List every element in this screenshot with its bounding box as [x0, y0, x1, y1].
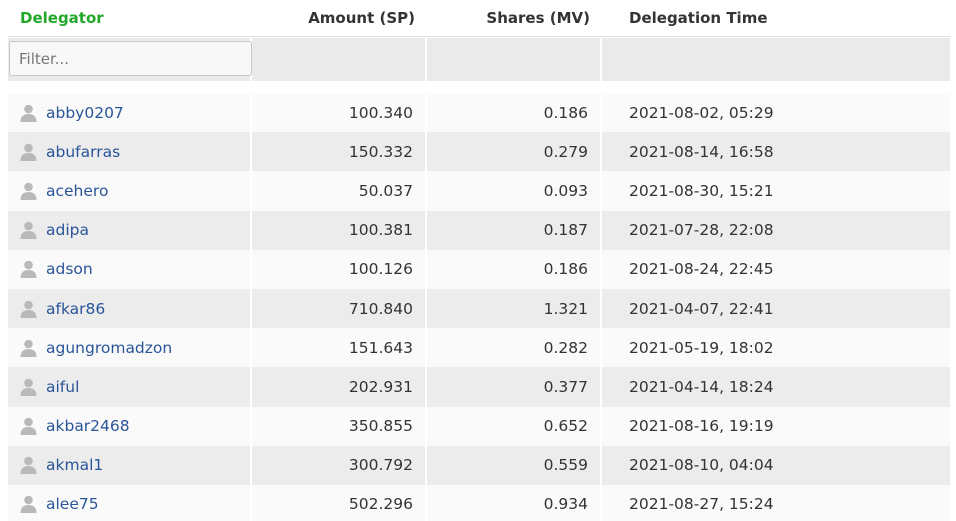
table-row: abufarras 150.332 0.279 2021-08-14, 16:5…: [8, 132, 950, 172]
user-icon: [20, 260, 37, 279]
column-header-shares[interactable]: Shares (MV): [427, 9, 602, 27]
time-cell: 2021-08-27, 15:24: [629, 495, 774, 514]
delegator-cell: akmal1: [8, 445, 252, 485]
delegator-cell: adson: [8, 249, 252, 289]
amount-cell: 100.126: [252, 249, 427, 289]
delegator-cell: agungromadzon: [8, 328, 252, 368]
user-icon: [20, 417, 37, 436]
table-row: akmal1 300.792 0.559 2021-08-10, 04:04: [8, 445, 950, 485]
delegator-link[interactable]: afkar86: [46, 300, 105, 318]
table-row: adipa 100.381 0.187 2021-07-28, 22:08: [8, 210, 950, 250]
shares-cell: 0.279: [427, 132, 602, 172]
delegator-cell: aiful: [8, 367, 252, 407]
delegator-link[interactable]: akbar2468: [46, 417, 130, 435]
delegator-cell: afkar86: [8, 288, 252, 329]
user-icon: [20, 300, 37, 318]
amount-cell: 350.855: [252, 406, 427, 446]
delegator-link[interactable]: abufarras: [46, 143, 120, 161]
shares-cell: 0.187: [427, 210, 602, 250]
amount-cell: 100.340: [252, 93, 427, 133]
user-icon: [20, 339, 37, 357]
time-cell: 2021-08-24, 22:45: [629, 260, 774, 279]
time-cell: 2021-05-19, 18:02: [629, 338, 774, 357]
shares-cell: 0.186: [427, 93, 602, 133]
filter-cell-delegator: [8, 38, 252, 81]
table-header: Delegator Amount (SP) Shares (MV) Delega…: [8, 0, 950, 37]
amount-cell: 502.296: [252, 484, 427, 521]
time-cell: 2021-04-14, 18:24: [629, 377, 774, 396]
shares-cell: 0.559: [427, 445, 602, 485]
delegator-cell: acehero: [8, 171, 252, 211]
delegator-link[interactable]: adson: [46, 260, 93, 278]
shares-cell: 0.377: [427, 367, 602, 407]
table-row: akbar2468 350.855 0.652 2021-08-16, 19:1…: [8, 406, 950, 446]
time-cell: 2021-08-14, 16:58: [629, 142, 774, 161]
table-row: alee75 502.296 0.934 2021-08-27, 15:24: [8, 484, 950, 521]
delegator-link[interactable]: abby0207: [46, 104, 124, 122]
user-icon: [20, 182, 37, 200]
time-cell: 2021-08-02, 05:29: [629, 103, 774, 122]
table-row: abby0207 100.340 0.186 2021-08-02, 05:29: [8, 93, 950, 133]
delegator-link[interactable]: acehero: [46, 182, 108, 200]
amount-cell: 300.792: [252, 445, 427, 485]
time-cell: 2021-04-07, 22:41: [629, 299, 774, 318]
filter-cell-shares: [427, 38, 602, 81]
column-header-time[interactable]: Delegation Time: [602, 9, 950, 27]
time-cell: 2021-07-28, 22:08: [629, 221, 774, 240]
delegator-link[interactable]: aiful: [46, 378, 79, 396]
shares-cell: 1.321: [427, 288, 602, 329]
delegator-cell: alee75: [8, 484, 252, 521]
amount-cell: 710.840: [252, 288, 427, 329]
delegator-cell: abby0207: [8, 93, 252, 133]
delegator-link[interactable]: agungromadzon: [46, 339, 172, 357]
user-icon: [20, 221, 37, 240]
amount-cell: 100.381: [252, 210, 427, 250]
amount-cell: 50.037: [252, 171, 427, 211]
time-cell: 2021-08-16, 19:19: [629, 417, 774, 436]
user-icon: [20, 495, 37, 514]
user-icon: [20, 104, 37, 122]
table-row: afkar86 710.840 1.321 2021-04-07, 22:41: [8, 288, 950, 329]
shares-cell: 0.186: [427, 249, 602, 289]
delegator-link[interactable]: akmal1: [46, 456, 103, 474]
column-header-delegator[interactable]: Delegator: [8, 9, 252, 27]
table-row: adson 100.126 0.186 2021-08-24, 22:45: [8, 249, 950, 289]
delegator-cell: akbar2468: [8, 406, 252, 446]
table-row: agungromadzon 151.643 0.282 2021-05-19, …: [8, 328, 950, 368]
shares-cell: 0.282: [427, 328, 602, 368]
table-row: acehero 50.037 0.093 2021-08-30, 15:21: [8, 171, 950, 211]
delegations-table: Delegator Amount (SP) Shares (MV) Delega…: [8, 0, 950, 521]
filter-row: [8, 38, 950, 81]
filter-cell-amount: [252, 38, 427, 81]
filter-cell-time: [602, 38, 950, 81]
filter-input[interactable]: [9, 41, 252, 76]
delegator-link[interactable]: alee75: [46, 495, 99, 513]
shares-cell: 0.652: [427, 406, 602, 446]
time-cell: 2021-08-10, 04:04: [629, 456, 774, 475]
table-row: aiful 202.931 0.377 2021-04-14, 18:24: [8, 367, 950, 407]
shares-cell: 0.934: [427, 484, 602, 521]
delegator-link[interactable]: adipa: [46, 221, 89, 239]
delegator-cell: abufarras: [8, 132, 252, 172]
amount-cell: 151.643: [252, 328, 427, 368]
user-icon: [20, 143, 37, 161]
column-header-amount[interactable]: Amount (SP): [252, 9, 427, 27]
shares-cell: 0.093: [427, 171, 602, 211]
user-icon: [20, 378, 37, 396]
amount-cell: 150.332: [252, 132, 427, 172]
table-body: abby0207 100.340 0.186 2021-08-02, 05:29…: [8, 93, 950, 521]
amount-cell: 202.931: [252, 367, 427, 407]
user-icon: [20, 456, 37, 475]
time-cell: 2021-08-30, 15:21: [629, 181, 774, 200]
delegator-cell: adipa: [8, 210, 252, 250]
